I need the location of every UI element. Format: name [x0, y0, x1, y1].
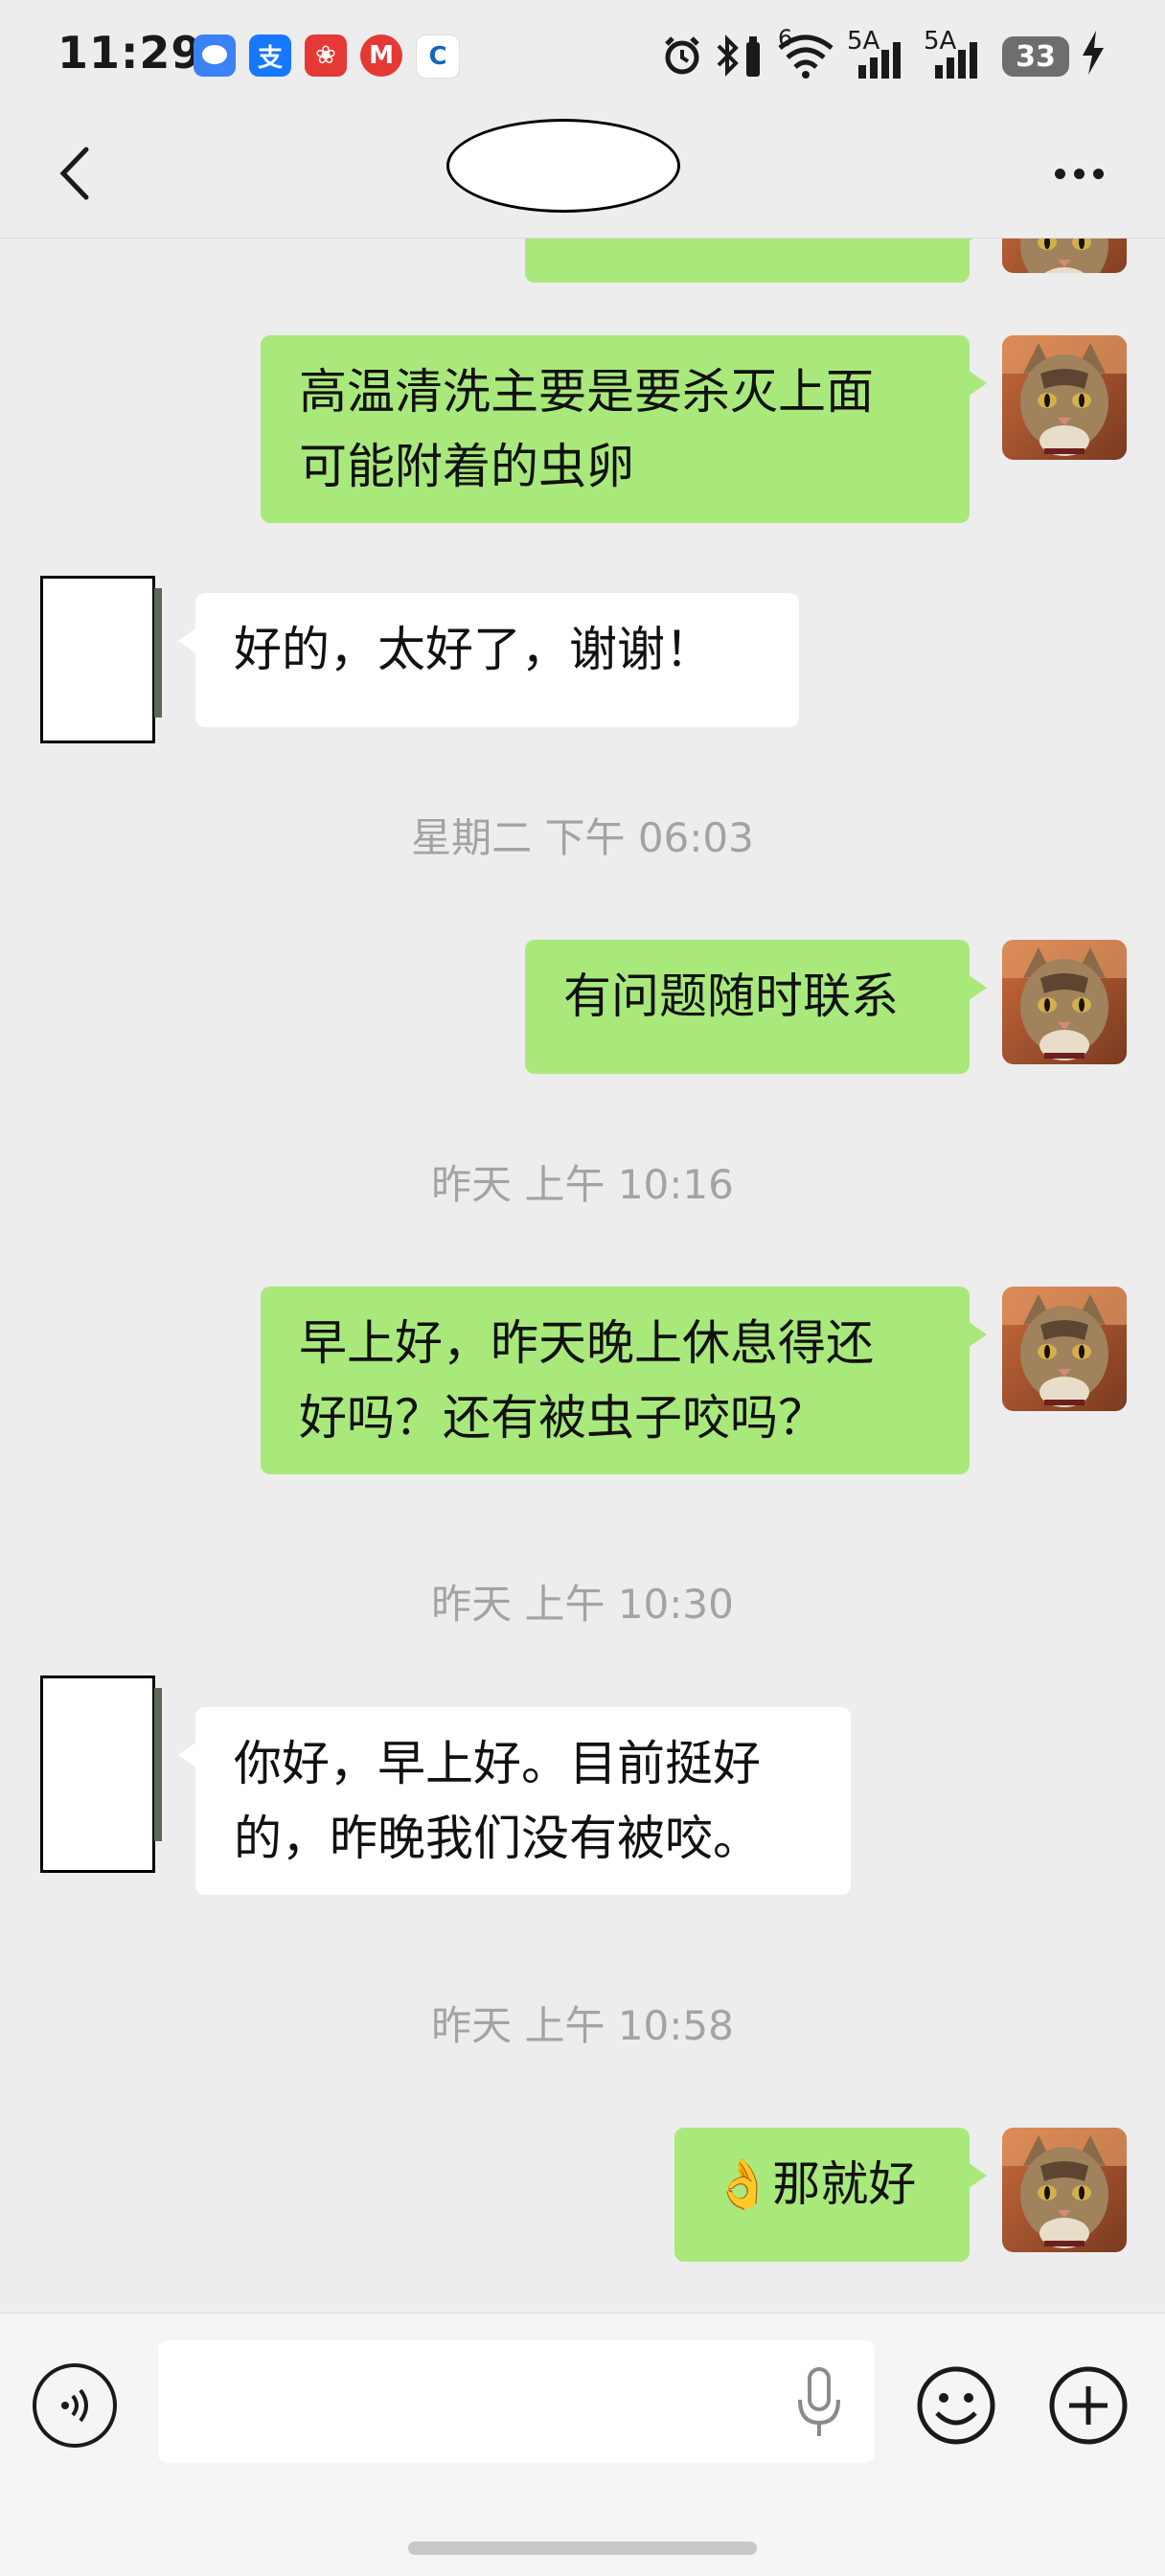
voice-toggle-icon[interactable] [33, 2363, 117, 2448]
message-timestamp: 昨天 上午 10:58 [431, 2002, 734, 2049]
my-avatar[interactable] [1002, 239, 1127, 273]
message-app-icon [194, 34, 236, 77]
alarm-icon [665, 36, 699, 75]
status-time: 11:29 [57, 27, 203, 79]
message-bubble[interactable]: 好的，太好了，谢谢！ [178, 593, 799, 727]
chat-messages: 高温清洗主要是要杀灭上面 可能附着的虫卵 好的，太好了，谢谢！ 星期二 下午 0… [0, 239, 1165, 2312]
charging-icon [1083, 31, 1104, 75]
message-bubble[interactable]: 你好，早上好。目前挺好 的，昨晚我们没有被咬。 [178, 1707, 851, 1895]
message-bubble[interactable]: 高温清洗主要是要杀灭上面 可能附着的虫卵 [261, 335, 987, 523]
my-avatar[interactable] [1002, 335, 1127, 460]
message-bubble[interactable]: 👌那就好 [674, 2128, 987, 2262]
contact-name-redacted [446, 119, 680, 213]
bluetooth-icon [717, 34, 739, 77]
my-avatar[interactable] [1002, 2128, 1127, 2252]
battery-level: 33 [1002, 36, 1069, 77]
message-input[interactable] [158, 2340, 875, 2463]
microphone-icon[interactable] [790, 2363, 848, 2444]
message-timestamp: 昨天 上午 10:16 [431, 1161, 734, 1208]
my-avatar[interactable] [1002, 940, 1127, 1064]
message-line: 你好，早上好。目前挺好 [234, 1736, 761, 1791]
message-line: 高温清洗主要是要杀灭上面 [299, 364, 874, 420]
message-line: 有问题随时联系 [563, 969, 899, 1024]
chat-input-bar [0, 2313, 1165, 2576]
message-line: 好吗？还有被虫子咬吗？ [299, 1390, 826, 1446]
contact-avatar-redacted[interactable] [40, 1676, 162, 1873]
message-bubble[interactable]: 早上好，昨天晚上休息得还 好吗？还有被虫子咬吗？ [261, 1287, 987, 1474]
home-indicator[interactable] [408, 2542, 757, 2555]
network-type-label: 6 [778, 25, 793, 52]
message-line: 好的，太好了，谢谢！ [234, 622, 713, 677]
message-line: 的，昨晚我们没有被咬。 [234, 1811, 761, 1866]
ccb-bank-icon: C [416, 34, 460, 79]
flower-app-icon: ❀ [305, 34, 347, 77]
bank-app-icon: M [360, 34, 402, 77]
back-chevron-icon[interactable] [44, 140, 111, 207]
message-bubble[interactable] [525, 239, 987, 283]
emoji-icon[interactable] [914, 2363, 998, 2448]
battery-small-icon [746, 36, 760, 77]
signal-icon-2 [935, 42, 977, 79]
message-bubble[interactable]: 有问题随时联系 [525, 940, 987, 1074]
message-line: 早上好，昨天晚上休息得还 [299, 1315, 874, 1371]
message-line: 可能附着的虫卵 [299, 439, 634, 494]
message-line: 👌那就好 [713, 2156, 917, 2212]
message-timestamp: 星期二 下午 06:03 [411, 814, 754, 861]
signal-icon-1 [858, 42, 901, 79]
contact-avatar-redacted[interactable] [40, 576, 162, 743]
alipay-icon: 支 [249, 34, 291, 77]
message-timestamp: 昨天 上午 10:30 [431, 1581, 734, 1628]
my-avatar[interactable] [1002, 1287, 1127, 1411]
status-bar: 11:29 支 ❀ M C 6 5A 5A 33 [0, 0, 1165, 113]
plus-icon[interactable] [1046, 2363, 1131, 2448]
more-dots-icon[interactable] [1042, 140, 1115, 207]
